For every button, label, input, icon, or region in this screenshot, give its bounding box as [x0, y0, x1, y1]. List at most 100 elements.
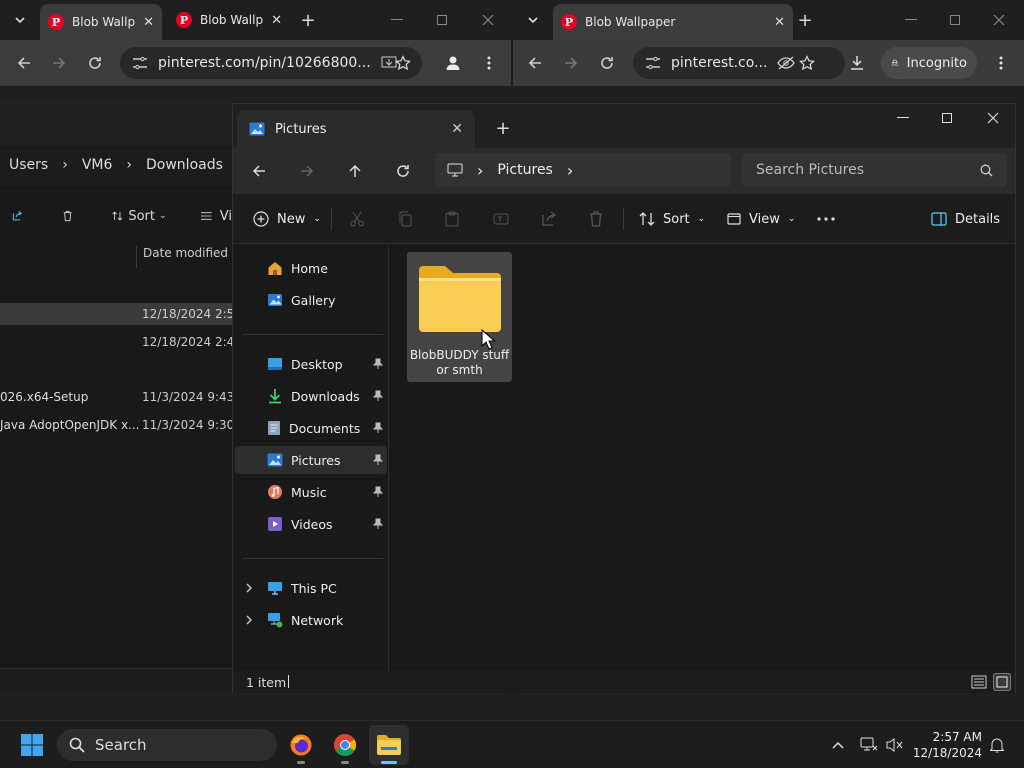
bookmark-star-icon[interactable]: [391, 51, 415, 75]
new-tab-icon[interactable]: +: [491, 116, 515, 140]
pin-icon[interactable]: [373, 358, 383, 369]
maximize-icon[interactable]: [935, 106, 959, 130]
window-close-icon[interactable]: [476, 8, 500, 32]
forward-arrow-icon[interactable]: [295, 159, 319, 183]
view-button[interactable]: View ⌄: [727, 206, 795, 232]
chevron-right-icon[interactable]: [245, 583, 253, 593]
nav-item-this-pc[interactable]: This PC: [235, 574, 387, 602]
pin-icon[interactable]: [373, 422, 383, 433]
profile-avatar-icon[interactable]: [441, 51, 465, 75]
taskbar-chrome[interactable]: [325, 725, 365, 765]
new-tab-icon[interactable]: +: [793, 8, 817, 32]
breadcrumb-item[interactable]: Users: [9, 157, 48, 173]
nav-item-pictures[interactable]: Pictures: [235, 446, 387, 474]
back-arrow-icon[interactable]: [12, 51, 36, 75]
minimize-icon[interactable]: [385, 8, 409, 32]
paste-button[interactable]: [445, 206, 459, 232]
volume-muted-icon[interactable]: [884, 733, 906, 757]
minimize-icon[interactable]: [899, 8, 923, 32]
left-tab-2[interactable]: P Blob Wallp ✕: [168, 6, 290, 34]
site-settings-icon[interactable]: [132, 56, 148, 70]
menu-kebab-icon[interactable]: [477, 51, 501, 75]
maximize-icon[interactable]: [943, 8, 967, 32]
close-icon[interactable]: ✕: [451, 121, 463, 137]
large-icons-view-icon[interactable]: [993, 673, 1011, 691]
cut-button[interactable]: [349, 206, 365, 232]
nav-item-network[interactable]: Network: [235, 606, 387, 634]
view-label[interactable]: Vi: [220, 209, 232, 224]
share-button[interactable]: [541, 206, 557, 232]
menu-kebab-icon[interactable]: [989, 51, 1013, 75]
bg-breadcrumb[interactable]: Users › VM6 › Downloads: [0, 145, 232, 185]
table-row[interactable]: 12/18/2024 2:46 A: [0, 331, 254, 353]
window-close-icon[interactable]: [981, 106, 1005, 130]
tracking-protection-eye-off-icon[interactable]: [777, 56, 796, 70]
reload-icon[interactable]: [83, 51, 107, 75]
column-header-date-modified[interactable]: Date modified: [136, 246, 228, 268]
minimize-icon[interactable]: [891, 106, 915, 130]
network-status-icon[interactable]: [858, 733, 880, 757]
system-clock[interactable]: 2:57 AM 12/18/2024: [910, 729, 982, 761]
table-row[interactable]: Java AdoptOpenJDK x... 11/3/2024 9:30 PI: [0, 414, 249, 436]
nav-item-home[interactable]: Home: [235, 254, 387, 282]
copy-button[interactable]: [397, 206, 413, 232]
nav-item-downloads[interactable]: Downloads: [235, 382, 387, 410]
right-tab-1[interactable]: P Blob Wallpaper ✕: [553, 4, 793, 40]
close-icon[interactable]: ✕: [774, 15, 785, 30]
left-tab-1[interactable]: P Blob Wallp ✕: [40, 4, 162, 40]
details-pane-button[interactable]: Details: [931, 206, 1000, 232]
forward-arrow-icon[interactable]: [47, 51, 71, 75]
explorer-tab-pictures[interactable]: Pictures ✕: [237, 110, 475, 148]
tab-search-chevron-icon[interactable]: [8, 8, 32, 32]
file-content-area[interactable]: BlobBUDDY stuff or smth: [389, 245, 1015, 671]
close-icon[interactable]: ✕: [143, 15, 154, 30]
refresh-icon[interactable]: [391, 159, 415, 183]
pin-icon[interactable]: [373, 390, 383, 401]
pin-icon[interactable]: [373, 486, 383, 497]
taskbar-file-explorer[interactable]: [369, 725, 409, 765]
rename-button[interactable]: [493, 206, 509, 232]
view-list-icon[interactable]: [201, 210, 212, 222]
tab-search-chevron-icon[interactable]: [521, 8, 545, 32]
table-row[interactable]: 12/18/2024 2:56 A: [0, 303, 254, 325]
show-hidden-icons-chevron-icon[interactable]: [828, 733, 848, 757]
start-button[interactable]: [12, 725, 52, 765]
sort-label[interactable]: Sort: [128, 209, 155, 224]
breadcrumb-item[interactable]: Pictures: [497, 162, 552, 178]
more-options-button[interactable]: [817, 206, 835, 232]
bookmark-star-icon[interactable]: [795, 51, 819, 75]
sort-icon[interactable]: [112, 209, 123, 223]
pin-icon[interactable]: [373, 518, 383, 529]
explorer-search-box[interactable]: Search Pictures: [742, 153, 1007, 187]
chevron-right-icon[interactable]: ›: [567, 161, 573, 180]
left-address-bar[interactable]: pinterest.com/pin/10266800...: [120, 47, 422, 79]
close-icon[interactable]: ✕: [271, 13, 282, 28]
delete-trash-icon[interactable]: [63, 208, 72, 224]
details-view-icon[interactable]: [971, 674, 987, 690]
chevron-right-icon[interactable]: [245, 615, 253, 625]
forward-arrow-icon[interactable]: [559, 51, 583, 75]
up-arrow-icon[interactable]: [343, 159, 367, 183]
nav-item-gallery[interactable]: Gallery: [235, 286, 387, 314]
taskbar-firefox[interactable]: [281, 725, 321, 765]
share-icon[interactable]: [12, 208, 23, 224]
nav-item-desktop[interactable]: Desktop: [235, 350, 387, 378]
back-arrow-icon[interactable]: [247, 159, 271, 183]
download-icon[interactable]: [845, 51, 869, 75]
notification-bell-icon[interactable]: [986, 733, 1008, 757]
back-arrow-icon[interactable]: [523, 51, 547, 75]
search-input[interactable]: Search Pictures: [756, 162, 980, 178]
explorer-address-bar[interactable]: › Pictures ›: [435, 153, 731, 187]
incognito-indicator[interactable]: Incognito: [881, 47, 977, 79]
window-close-icon[interactable]: [987, 8, 1011, 32]
folder-item[interactable]: BlobBUDDY stuff or smth: [407, 252, 512, 382]
sort-button[interactable]: Sort ⌄: [639, 206, 705, 232]
delete-button[interactable]: [589, 206, 603, 232]
site-settings-icon[interactable]: [645, 56, 661, 70]
nav-item-documents[interactable]: Documents: [235, 414, 387, 442]
new-button[interactable]: New ⌄: [253, 206, 321, 232]
maximize-icon[interactable]: [430, 8, 454, 32]
pin-icon[interactable]: [373, 454, 383, 465]
new-tab-icon[interactable]: +: [296, 8, 320, 32]
breadcrumb-item[interactable]: Downloads: [146, 157, 223, 173]
